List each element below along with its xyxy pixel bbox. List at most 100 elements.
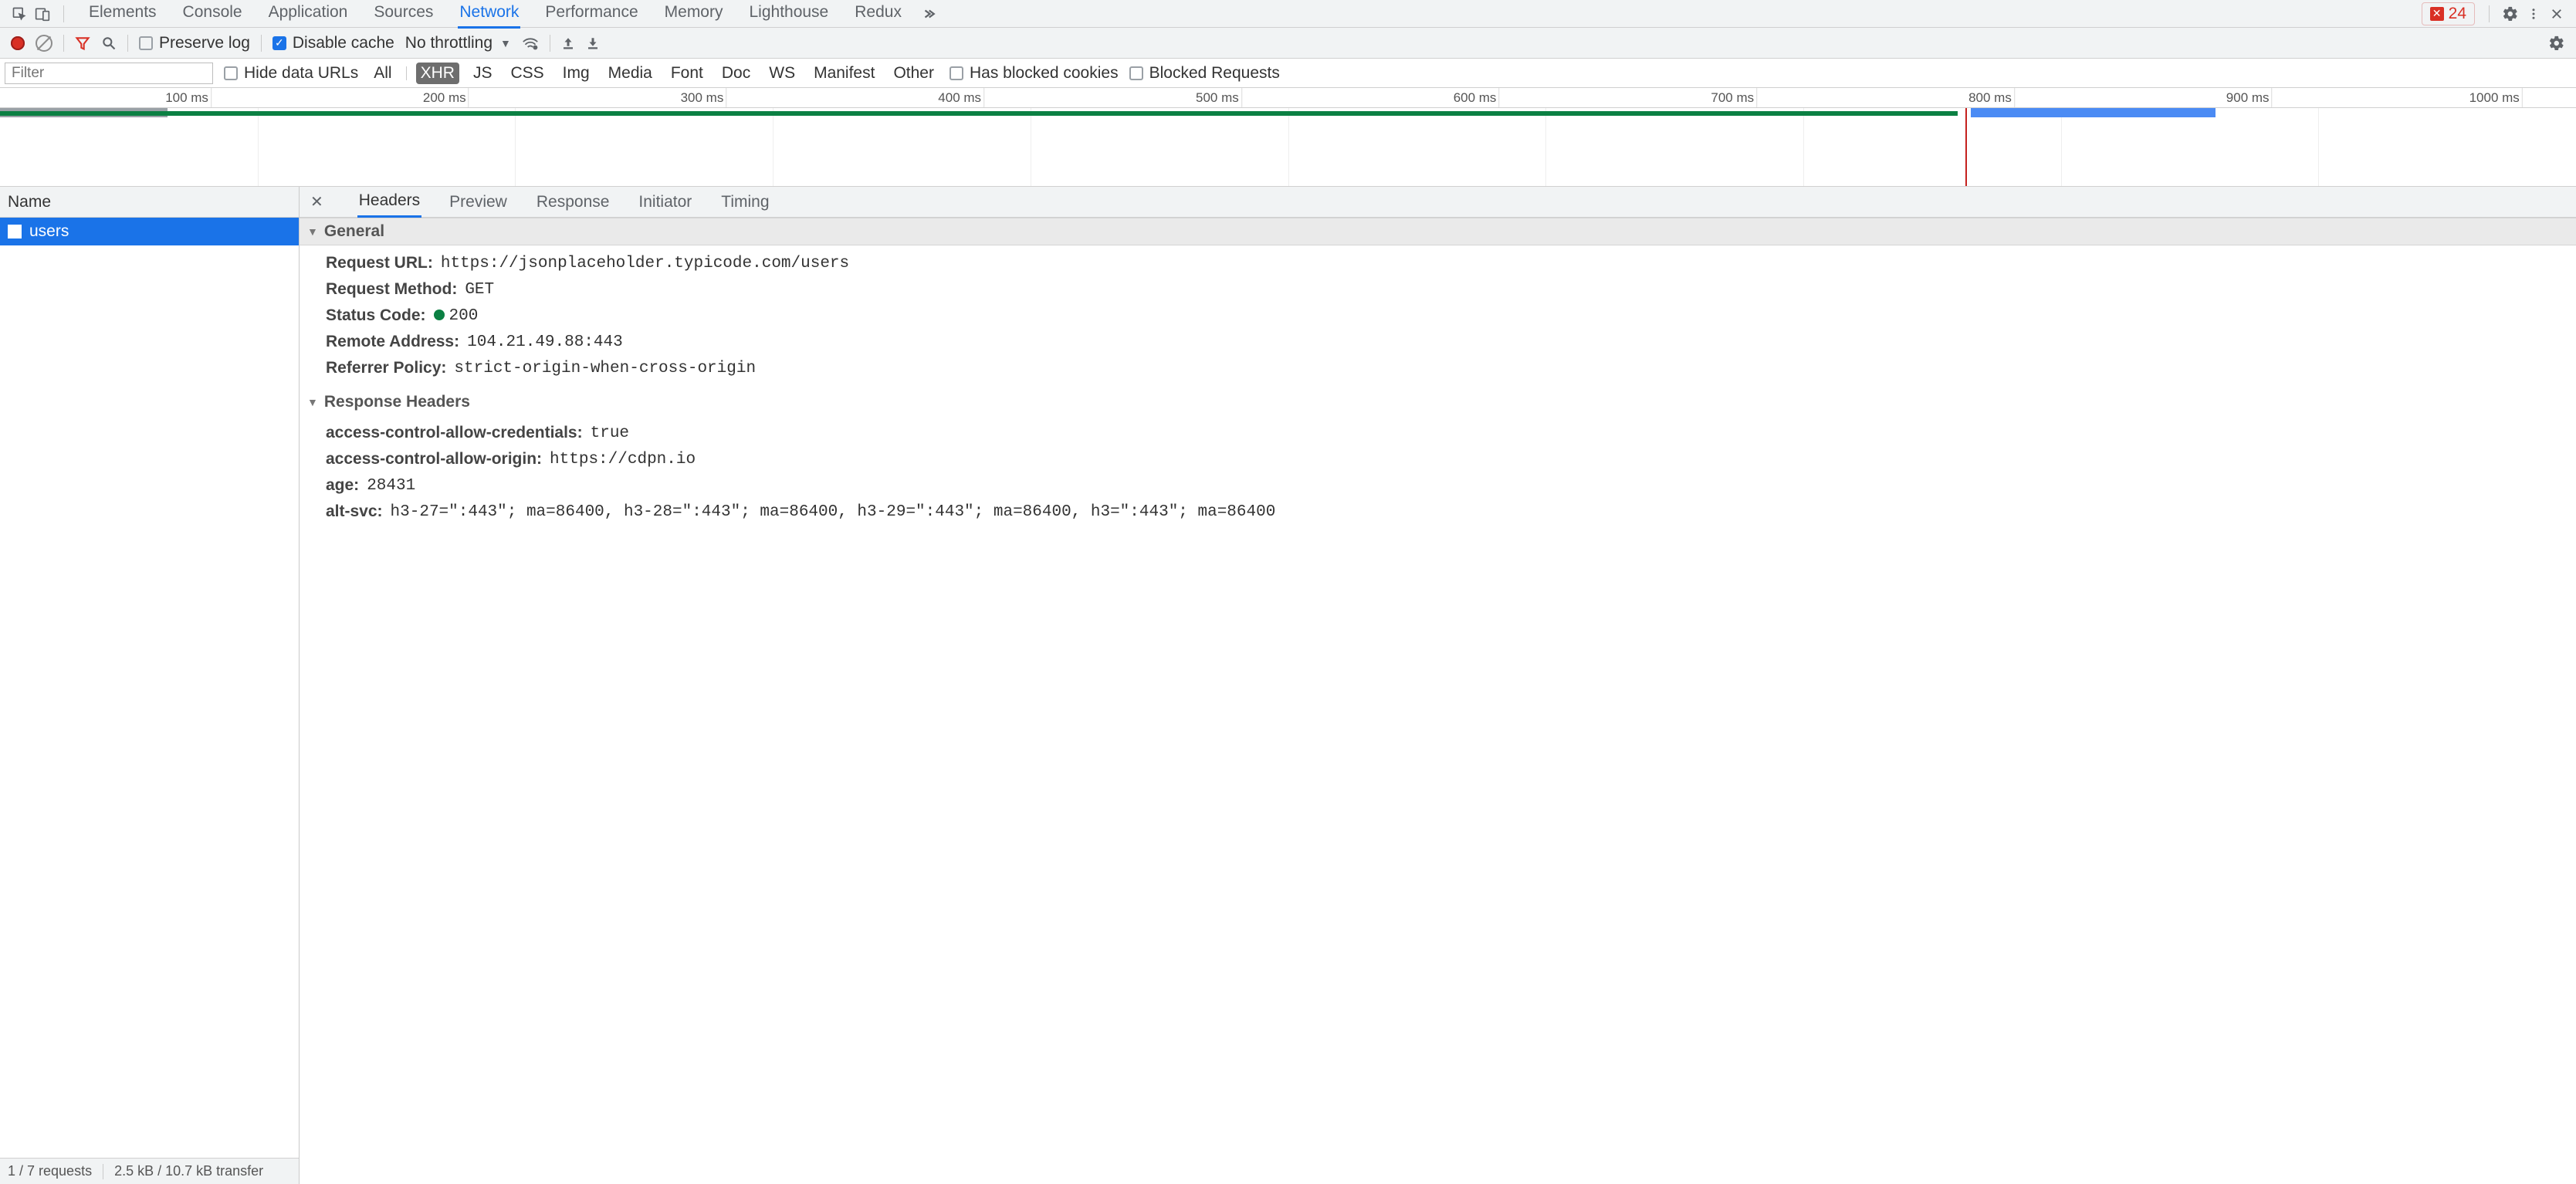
panel-tab-lighthouse[interactable]: Lighthouse (747, 0, 830, 29)
checkbox-box (1129, 66, 1143, 80)
timeline-tick: 200 ms (469, 88, 516, 107)
hide-data-urls-checkbox[interactable]: Hide data URLs (224, 64, 358, 83)
timeline-tick: 600 ms (1498, 88, 1545, 107)
network-conditions-icon[interactable] (522, 36, 539, 51)
device-toggle-icon[interactable] (31, 2, 54, 25)
timeline-gridline (515, 108, 516, 186)
general-section-header[interactable]: ▼ General (300, 218, 2576, 245)
blocked-requests-checkbox[interactable]: Blocked Requests (1129, 64, 1280, 83)
network-toolbar: Preserve log ✓ Disable cache No throttli… (0, 28, 2576, 59)
type-filter-xhr[interactable]: XHR (416, 63, 459, 84)
disclosure-triangle-icon: ▼ (307, 396, 318, 408)
checkbox-box (139, 36, 153, 50)
type-filter-other[interactable]: Other (889, 63, 939, 84)
has-blocked-cookies-checkbox[interactable]: Has blocked cookies (949, 64, 1119, 83)
panel-tab-performance[interactable]: Performance (543, 0, 639, 29)
panel-tab-network[interactable]: Network (458, 0, 520, 29)
header-key: Referrer Policy: (326, 359, 446, 377)
network-filter-bar: Hide data URLs All XHR JS CSS Img Media Font Do… (0, 59, 2576, 88)
close-details-icon[interactable]: ✕ (310, 192, 323, 211)
request-row[interactable]: users (0, 218, 299, 245)
timeline-tick: 400 ms (983, 88, 1031, 107)
detail-tab-initiator[interactable]: Initiator (637, 188, 693, 217)
header-row: age:28431 (300, 472, 2576, 499)
request-name: users (29, 222, 69, 241)
separator (2489, 5, 2490, 22)
timeline-load-bar (0, 111, 1958, 116)
header-value: strict-origin-when-cross-origin (454, 360, 756, 377)
type-filter-media[interactable]: Media (604, 63, 657, 84)
record-button[interactable] (11, 36, 25, 50)
timeline-tick: 700 ms (1756, 88, 1803, 107)
details-body: ▼ General Request URL:https://jsonplaceh… (300, 218, 2576, 1184)
timeline-tick: 900 ms (2272, 88, 2319, 107)
header-row: access-control-allow-origin:https://cdpn… (300, 446, 2576, 472)
detail-tab-headers[interactable]: Headers (357, 187, 421, 218)
response-headers-section-header[interactable]: ▼ Response Headers (300, 389, 2576, 415)
kebab-menu-icon[interactable] (2522, 2, 2545, 25)
clear-button[interactable] (36, 35, 52, 52)
settings-gear-icon[interactable] (2499, 2, 2522, 25)
panel-tab-memory[interactable]: Memory (663, 0, 725, 29)
header-key: Status Code: (326, 306, 426, 325)
panel-tab-sources[interactable]: Sources (372, 0, 435, 29)
network-main-split: Name users 1 / 7 requests 2.5 kB / 10.7 … (0, 187, 2576, 1184)
separator (261, 35, 262, 52)
type-filter-ws[interactable]: WS (764, 63, 800, 84)
filter-toggle-icon[interactable] (75, 36, 90, 51)
header-row: access-control-allow-credentials:true (300, 420, 2576, 446)
type-filter-css[interactable]: CSS (506, 63, 548, 84)
document-icon (8, 225, 22, 238)
disable-cache-checkbox[interactable]: ✓ Disable cache (272, 34, 394, 52)
header-row: alt-svc:h3-27=":443"; ma=86400, h3-28=":… (300, 499, 2576, 525)
detail-tab-response[interactable]: Response (535, 188, 611, 217)
detail-tab-preview[interactable]: Preview (448, 188, 509, 217)
panel-tab-elements[interactable]: Elements (87, 0, 158, 29)
header-key: alt-svc: (326, 502, 383, 521)
timeline-tick: 1000 ms (2522, 88, 2576, 107)
footer-transfer-size: 2.5 kB / 10.7 kB transfer (114, 1163, 263, 1179)
filter-input[interactable] (5, 63, 213, 84)
network-settings-gear-icon[interactable] (2548, 35, 2565, 52)
throttling-select[interactable]: No throttling ▼ (405, 34, 511, 52)
close-devtools-icon[interactable] (2545, 2, 2568, 25)
header-value: GET (465, 281, 494, 299)
inspect-icon[interactable] (8, 2, 31, 25)
panel-tab-application[interactable]: Application (267, 0, 350, 29)
request-list-column-header[interactable]: Name (0, 187, 299, 218)
type-filter-all[interactable]: All (369, 63, 396, 84)
devtools-panel-tabs: Elements Console Application Sources Network… (87, 0, 903, 29)
download-har-icon[interactable] (586, 36, 600, 51)
request-list: users (0, 218, 299, 1158)
upload-har-icon[interactable] (561, 36, 575, 51)
checkbox-box (224, 66, 238, 80)
header-key: Request URL: (326, 254, 433, 272)
header-value: 28431 (367, 477, 415, 495)
general-section-label: General (324, 222, 384, 241)
panel-tab-redux[interactable]: Redux (853, 0, 903, 29)
detail-tab-timing[interactable]: Timing (719, 188, 770, 217)
chevron-down-icon: ▼ (500, 37, 511, 49)
separator (127, 35, 128, 52)
type-filter-manifest[interactable]: Manifest (809, 63, 879, 84)
search-icon[interactable] (101, 36, 117, 51)
timeline-gridline (1288, 108, 1289, 186)
error-count: 24 (2449, 5, 2466, 23)
type-filter-img[interactable]: Img (558, 63, 594, 84)
header-row: Referrer Policy: strict-origin-when-cross… (300, 355, 2576, 381)
checkbox-box: ✓ (272, 36, 286, 50)
type-filter-js[interactable]: JS (469, 63, 497, 84)
resource-type-filters: All XHR JS CSS Img Media Font Doc WS Manifest Othe… (369, 63, 939, 84)
more-tabs-chevron-icon[interactable] (917, 2, 940, 25)
footer-request-count: 1 / 7 requests (8, 1163, 92, 1179)
preserve-log-checkbox[interactable]: Preserve log (139, 34, 250, 52)
type-filter-doc[interactable]: Doc (717, 63, 755, 84)
network-timeline[interactable]: 100 ms200 ms300 ms400 ms500 ms600 ms700 … (0, 88, 2576, 187)
error-count-badge[interactable]: ✕ 24 (2422, 2, 2475, 25)
disclosure-triangle-icon: ▼ (307, 225, 318, 238)
timeline-gridline (2318, 108, 2319, 186)
header-value: 104.21.49.88:443 (467, 333, 623, 351)
header-row: Remote Address:104.21.49.88:443 (300, 329, 2576, 355)
type-filter-font[interactable]: Font (666, 63, 708, 84)
panel-tab-console[interactable]: Console (181, 0, 244, 29)
